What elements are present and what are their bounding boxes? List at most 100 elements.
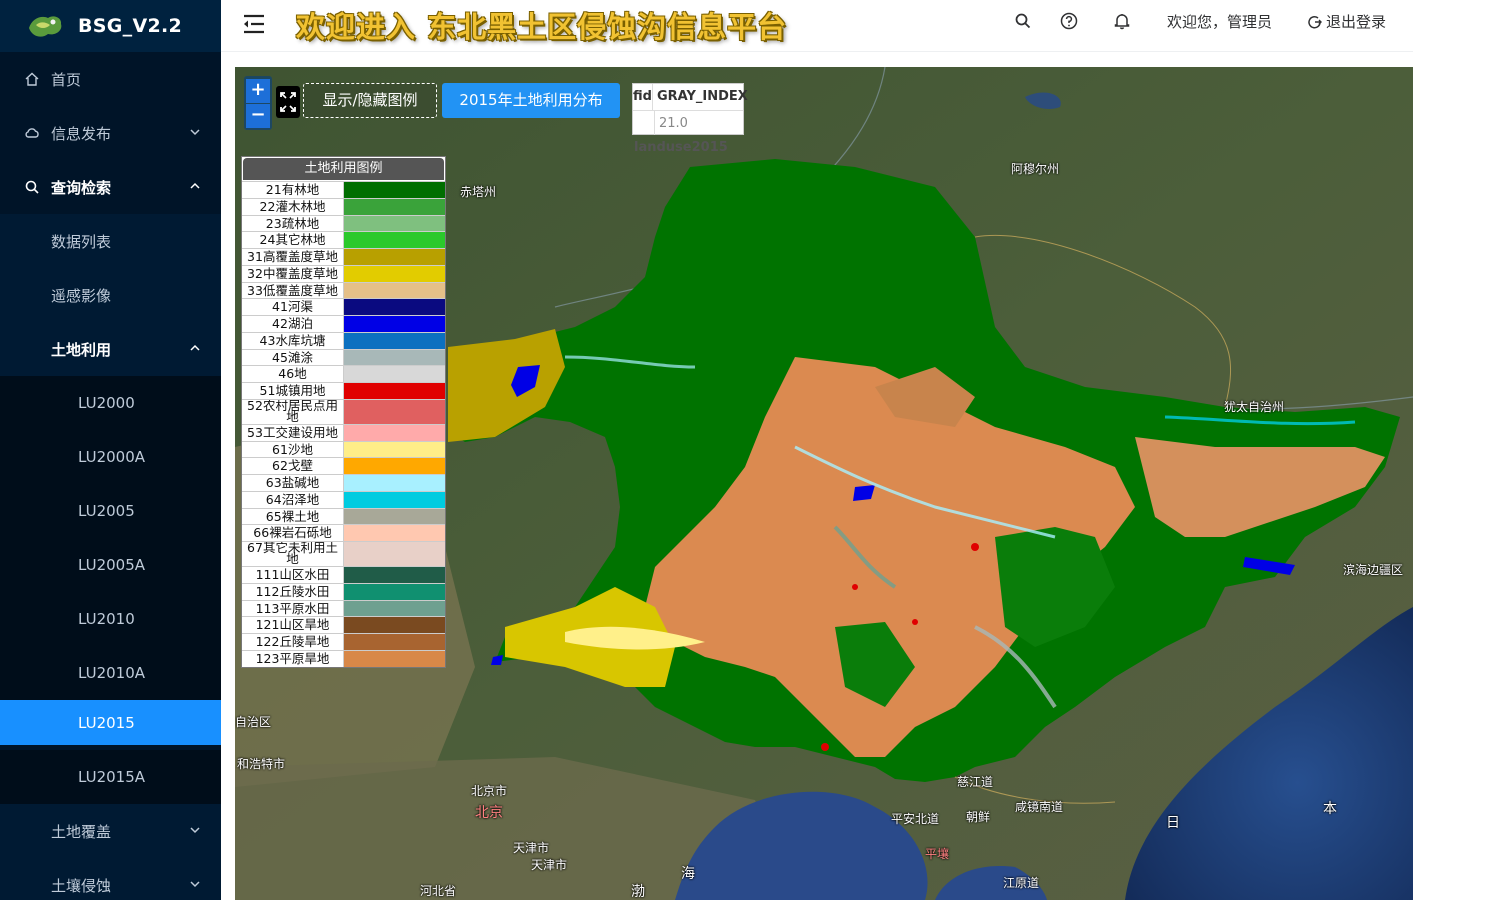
place-label: 河北省	[420, 884, 457, 898]
legend-swatch	[344, 600, 445, 617]
sidebar-item-lu2015[interactable]: LU2015	[0, 700, 221, 745]
legend-item-label: 62戈壁	[242, 458, 344, 474]
legend-item-label: 23疏林地	[242, 215, 344, 232]
legend-item-label: 67其它未利用土地	[242, 542, 344, 566]
zoom-control: + −	[244, 76, 272, 130]
logo-bar: BSG_V2.2	[0, 0, 221, 52]
sidebar-item-home[interactable]: 首页	[0, 52, 221, 106]
search-icon[interactable]	[1013, 11, 1033, 31]
legend-item-label: 21有林地	[242, 182, 344, 198]
feature-info-table: fid GRAY_INDEX 21.0	[632, 83, 748, 135]
legend-item-label: 46地	[242, 366, 344, 382]
chevron-down-icon	[190, 129, 200, 136]
sidebar-item-remote-sensing[interactable]: 遥感影像	[0, 268, 221, 322]
table-header-cell: GRAY_INDEX	[656, 89, 748, 104]
legend-swatch	[344, 475, 445, 491]
legend-item: 67其它未利用土地	[242, 541, 445, 566]
legend-item: 42湖泊	[242, 315, 445, 332]
legend-item: 51城镇用地	[242, 382, 445, 399]
sidebar-item-info-publish[interactable]: 信息发布	[0, 106, 221, 160]
legend-item-label: 66裸岩石砾地	[242, 525, 344, 541]
legend-item: 61沙地	[242, 440, 445, 458]
sidebar-item-lu2005[interactable]: LU2005	[0, 484, 221, 538]
legend-title: 土地利用图例	[243, 158, 444, 180]
legend-item-label: 52农村居民点用地	[242, 399, 344, 424]
legend-item: 123平原旱地	[242, 649, 445, 667]
sidebar-item-label: LU2000A	[78, 448, 146, 466]
place-label: 平壤	[925, 847, 950, 861]
sidebar-item-lu2015a[interactable]: LU2015A	[0, 750, 221, 804]
sidebar-item-label: LU2015A	[78, 768, 146, 786]
place-label: 渤	[631, 884, 645, 900]
header: 欢迎进入 东北黑土区侵蚀沟信息平台 欢迎您，管理员 退出登录	[221, 0, 1413, 52]
sidebar-item-land-use[interactable]: 土地利用	[0, 322, 221, 376]
legend-item-label: 42湖泊	[242, 316, 344, 332]
legend-swatch	[344, 458, 445, 474]
legend-swatch	[344, 332, 445, 349]
sidebar-item-lu2000a[interactable]: LU2000A	[0, 430, 221, 484]
sidebar-item-label: LU2000	[78, 394, 135, 412]
legend-item-label: 121山区旱地	[242, 617, 344, 633]
sidebar-item-lu2000[interactable]: LU2000	[0, 376, 221, 430]
legend-item: 23疏林地	[242, 214, 445, 232]
zoom-out-button[interactable]: −	[246, 104, 270, 128]
legend-swatch	[344, 349, 445, 366]
legend-item-label: 32中覆盖度草地	[242, 265, 344, 282]
logout-label: 退出登录	[1326, 13, 1387, 31]
legend-item-label: 43水库坑塘	[242, 332, 344, 349]
help-icon[interactable]	[1059, 11, 1079, 31]
logout-icon	[1308, 15, 1322, 28]
legend-item-label: 24其它林地	[242, 232, 344, 248]
legend-item: 52农村居民点用地	[242, 398, 445, 424]
legend-item-label: 41河渠	[242, 299, 344, 315]
place-label: 自治区	[235, 715, 272, 729]
legend-swatch	[344, 583, 445, 600]
legend-swatch	[344, 424, 445, 441]
legend-item: 24其它林地	[242, 231, 445, 248]
legend-item: 32中覆盖度草地	[242, 264, 445, 282]
table-header-cell: fid	[633, 84, 653, 110]
place-label: 慈江道	[957, 775, 994, 789]
sidebar-item-label: 土壤侵蚀	[51, 876, 112, 895]
place-label: 本	[1323, 801, 1337, 817]
welcome-text: 欢迎您，管理员	[1167, 13, 1273, 31]
sidebar-item-lu2010a[interactable]: LU2010A	[0, 646, 221, 700]
legend-item: 45滩涂	[242, 348, 445, 366]
legend-item: 113平原水田	[242, 599, 445, 617]
zoom-in-button[interactable]: +	[246, 79, 270, 103]
sidebar-item-land-cover[interactable]: 土地覆盖	[0, 804, 221, 858]
legend-item: 53工交建设用地	[242, 423, 445, 441]
table-cell: 21.0	[659, 116, 688, 131]
legend-item: 43水库坑塘	[242, 331, 445, 349]
layer-button[interactable]: 2015年土地利用分布	[442, 83, 620, 118]
sidebar-item-data-list[interactable]: 数据列表	[0, 214, 221, 268]
legend-swatch	[344, 299, 445, 315]
legend-item-label: 65裸土地	[242, 508, 344, 525]
legend-item: 122丘陵旱地	[242, 633, 445, 650]
sidebar-item-lu2010[interactable]: LU2010	[0, 592, 221, 646]
sidebar-item-lu2005a[interactable]: LU2005A	[0, 538, 221, 592]
legend-item-label: 111山区水田	[242, 567, 344, 583]
legend-item: 46地	[242, 365, 445, 382]
sidebar-item-label: LU2005	[78, 502, 135, 520]
legend-swatch	[344, 215, 445, 232]
legend-toggle-button[interactable]: 显示/隐藏图例	[303, 83, 437, 118]
chevron-up-icon	[190, 182, 200, 189]
table-header-row: fid GRAY_INDEX	[633, 84, 748, 110]
menu-fold-icon[interactable]	[242, 13, 266, 35]
legend-swatch	[344, 399, 445, 424]
bell-icon[interactable]	[1112, 11, 1132, 31]
sidebar-item-query[interactable]: 查询检索	[0, 160, 221, 214]
logout-button[interactable]: 退出登录	[1307, 11, 1386, 32]
sidebar-item-soil-erosion[interactable]: 土壤侵蚀	[0, 858, 221, 900]
legend-item-label: 45滩涂	[242, 349, 344, 366]
sidebar-item-label: LU2015	[78, 713, 135, 732]
place-label: 日	[1166, 815, 1180, 831]
sidebar-item-label: LU2005A	[78, 556, 146, 574]
legend-item: 111山区水田	[242, 566, 445, 583]
sidebar-item-label: LU2010	[78, 610, 135, 628]
legend-item: 22灌木林地	[242, 197, 445, 215]
place-label: 咸镜南道	[1015, 800, 1064, 814]
place-label: 滨海边疆区	[1343, 563, 1404, 577]
fullscreen-button[interactable]	[276, 86, 300, 118]
